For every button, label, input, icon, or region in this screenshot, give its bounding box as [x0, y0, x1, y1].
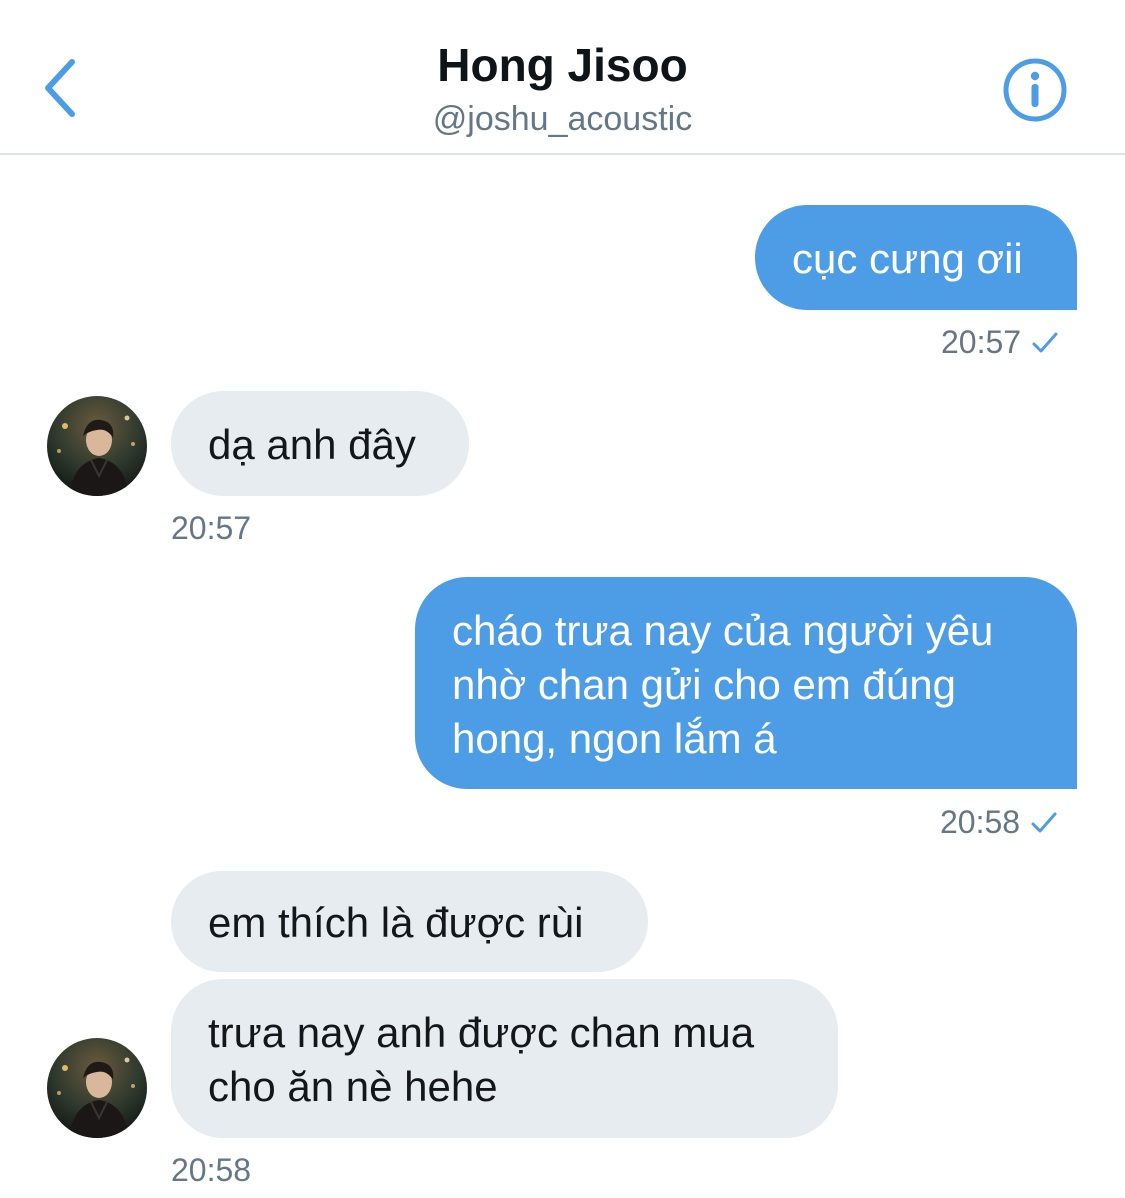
received-message-bubble[interactable]: trưa nay anh được chan mua cho ăn nè heh…: [171, 979, 838, 1138]
message-text: cháo trưa nay của người yêu nhờ chan gửi…: [452, 607, 994, 762]
info-icon: [1003, 58, 1067, 122]
message-timestamp: 20:57: [941, 324, 1059, 361]
message-text: em thích là được rùi: [208, 899, 584, 946]
checkmark-icon: [1032, 332, 1058, 352]
dm-conversation-screen: Hong Jisoo @joshu_acoustic cục cưng ơii …: [0, 0, 1125, 1198]
sent-message-bubble[interactable]: cục cưng ơii: [755, 205, 1077, 310]
avatar[interactable]: [47, 1038, 147, 1138]
checkmark-icon: [1031, 812, 1057, 832]
sent-message-bubble[interactable]: cháo trưa nay của người yêu nhờ chan gửi…: [415, 577, 1077, 789]
user-photo-icon: [47, 1038, 147, 1138]
message-timestamp: 20:57: [171, 510, 251, 547]
message-timestamp: 20:58: [940, 804, 1058, 841]
timestamp-text: 20:58: [171, 1152, 252, 1188]
user-handle[interactable]: @joshu_acoustic: [0, 100, 1125, 139]
info-button[interactable]: [998, 55, 1072, 125]
message-timestamp: 20:58: [171, 1152, 251, 1189]
conversation-header: Hong Jisoo @joshu_acoustic: [0, 0, 1125, 155]
timestamp-text: 20:57: [941, 324, 1022, 360]
message-text: trưa nay anh được chan mua cho ăn nè heh…: [208, 1009, 755, 1110]
message-text: dạ anh đây: [208, 421, 416, 468]
avatar[interactable]: [47, 396, 147, 496]
received-message-bubble[interactable]: dạ anh đây: [171, 391, 469, 496]
page-title[interactable]: Hong Jisoo: [0, 38, 1125, 92]
user-photo-icon: [47, 396, 147, 496]
message-text: cục cưng ơii: [792, 235, 1023, 282]
received-message-bubble[interactable]: em thích là được rùi: [171, 871, 648, 972]
timestamp-text: 20:58: [940, 804, 1021, 840]
timestamp-text: 20:57: [171, 510, 252, 546]
